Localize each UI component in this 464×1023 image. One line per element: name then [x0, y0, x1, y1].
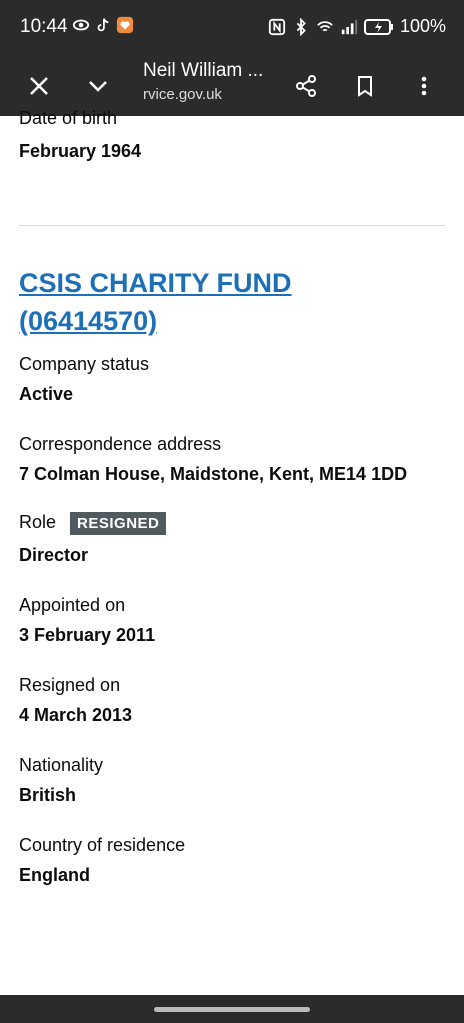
home-gesture-handle[interactable]: [154, 1007, 310, 1012]
heart-app-icon: [116, 16, 134, 34]
minimize-button[interactable]: [80, 68, 116, 104]
bluetooth-icon: [296, 17, 306, 36]
page-title: Neil William ...: [143, 60, 264, 81]
bookmark-icon: [358, 76, 372, 97]
nationality-label: Nationality: [19, 755, 104, 775]
resigned-value: 4 March 2013: [19, 705, 133, 725]
nationality-value: British: [19, 785, 77, 805]
company-status-label: Company status: [19, 354, 150, 374]
eye-icon: [72, 19, 90, 31]
company-status-value: Active: [19, 384, 74, 404]
status-bar: 10:44 100%: [0, 0, 464, 56]
battery-percent: 100%: [399, 16, 446, 36]
resigned-badge: RESIGNED: [70, 512, 167, 535]
appointed-label: Appointed on: [19, 595, 126, 615]
more-vert-icon: [421, 76, 427, 96]
appointed-value: 3 February 2011: [19, 625, 156, 645]
more-options-button[interactable]: [406, 68, 442, 104]
page-url[interactable]: rvice.gov.uk: [143, 86, 222, 103]
wifi-icon: [317, 20, 333, 31]
signal-icon: [341, 19, 358, 34]
role-row: Role RESIGNED: [19, 512, 167, 535]
dob-label: Date of birth: [19, 108, 118, 128]
residence-value: England: [19, 865, 90, 885]
battery-icon: [363, 18, 393, 35]
share-button[interactable]: [288, 68, 324, 104]
dob-value: February 1964: [19, 141, 142, 161]
status-time: 10:44: [20, 16, 68, 37]
nfc-icon: [268, 18, 286, 35]
system-icons: 100%: [268, 16, 446, 37]
notification-icons: [72, 16, 134, 34]
tiktok-icon: [97, 18, 109, 32]
share-icon: [296, 75, 316, 97]
close-icon: [30, 77, 48, 95]
section-divider: [19, 225, 445, 226]
residence-label: Country of residence: [19, 835, 186, 855]
resigned-label: Resigned on: [19, 675, 121, 695]
address-label: Correspondence address: [19, 434, 222, 454]
close-button[interactable]: [21, 68, 57, 104]
role-label: Role: [19, 512, 57, 532]
address-value: 7 Colman House, Maidstone, Kent, ME14 1D…: [19, 464, 408, 484]
role-value: Director: [19, 545, 89, 565]
bookmark-button[interactable]: [347, 68, 383, 104]
chevron-down-icon: [89, 81, 107, 92]
company-link[interactable]: CSIS CHARITY FUND (06414570): [19, 264, 419, 340]
system-nav-bar: [0, 995, 464, 1023]
browser-toolbar: Neil William ... rvice.gov.uk: [0, 56, 464, 116]
